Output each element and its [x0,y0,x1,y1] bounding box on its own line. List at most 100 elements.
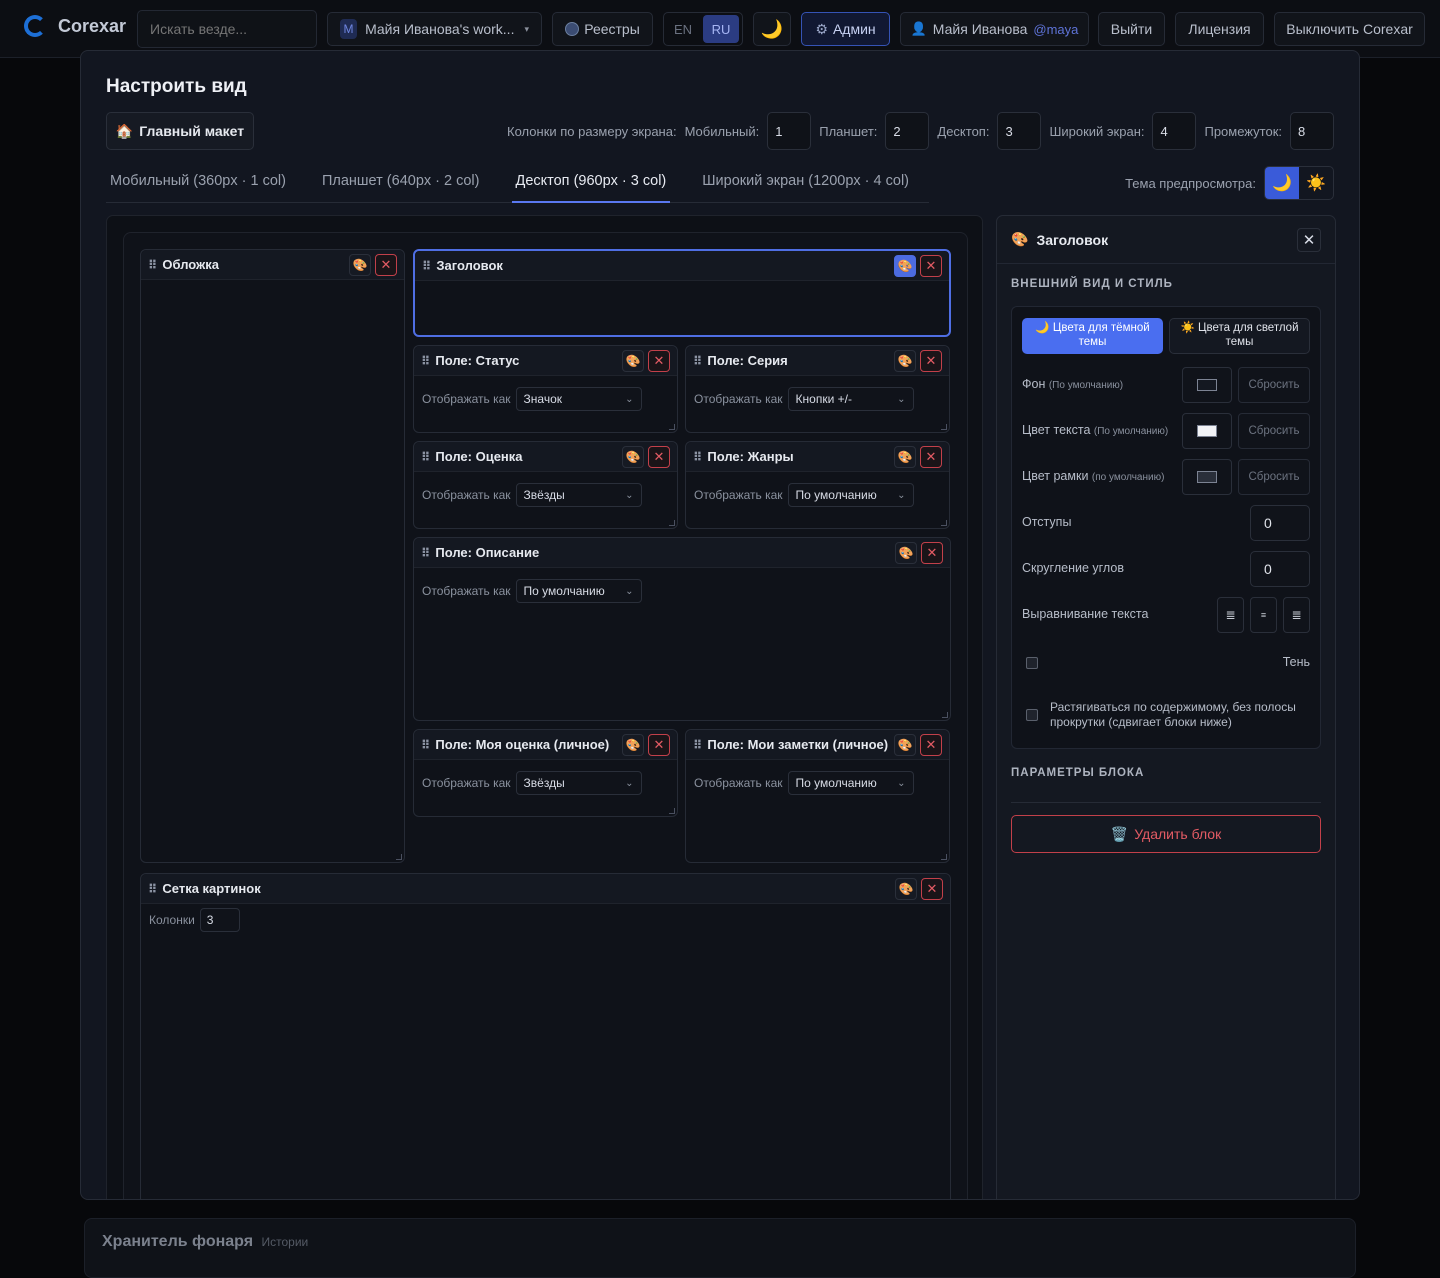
display-as-select[interactable]: Звёзды ⌄ [515,771,642,795]
dark-colors-tab[interactable]: 🌙 Цвета для тёмной темы [1022,318,1163,354]
block-field-my-rating[interactable]: ⠿ Поле: Моя оценка (личное) 🎨 ✕ Отобража… [413,729,678,817]
grid-columns-input[interactable] [199,908,240,932]
display-as-select[interactable]: По умолчанию ⌄ [515,579,642,603]
block-cover[interactable]: ⠿ Обложка 🎨 ✕ [140,249,405,863]
drag-handle-icon[interactable]: ⠿ [422,259,431,273]
gap-input[interactable] [1290,112,1334,150]
bg-color-picker[interactable] [1182,367,1232,403]
main-layout-button[interactable]: 🏠 Главный макет [106,112,254,150]
close-icon[interactable]: ✕ [920,254,942,277]
block-field-description[interactable]: ⠿ Поле: Описание 🎨 ✕ Отображать как По у… [413,537,951,721]
tab-tablet[interactable]: Планшет (640px · 2 col) [318,167,484,203]
tab-mobile[interactable]: Мобильный (360px · 1 col) [106,167,290,203]
admin-button[interactable]: ⚙ Админ [801,12,890,46]
shadow-checkbox[interactable] [1026,656,1038,669]
palette-icon[interactable]: 🎨 [622,733,644,756]
drag-handle-icon[interactable]: ⠿ [148,882,157,896]
display-as-select[interactable]: Кнопки +/- ⌄ [787,387,914,411]
stretch-checkbox[interactable] [1026,709,1038,721]
palette-icon[interactable]: 🎨 [349,253,371,276]
drag-handle-icon[interactable]: ⠿ [693,450,702,464]
resize-handle[interactable] [941,424,947,430]
resize-handle[interactable] [669,424,675,430]
registries-button[interactable]: Реестры [552,12,653,46]
palette-icon[interactable]: 🎨 [894,254,916,277]
border-color-picker[interactable] [1182,459,1232,495]
light-colors-tab[interactable]: ☀️ Цвета для светлой темы [1169,318,1310,354]
drag-handle-icon[interactable]: ⠿ [693,738,702,752]
palette-icon[interactable]: 🎨 [894,445,916,468]
align-left-icon[interactable]: ≣ [1217,597,1244,633]
resize-handle[interactable] [942,712,948,718]
padding-input[interactable] [1250,505,1310,541]
display-as-select[interactable]: По умолчанию ⌄ [787,483,914,507]
drag-handle-icon[interactable]: ⠿ [693,354,702,368]
palette-icon[interactable]: 🎨 [895,541,917,564]
drag-handle-icon[interactable]: ⠿ [421,738,430,752]
palette-icon[interactable]: 🎨 [895,877,917,900]
logout-button[interactable]: Выйти [1098,12,1165,46]
license-button[interactable]: Лицензия [1175,12,1264,46]
preview-dark-button[interactable]: 🌙 [1265,167,1299,199]
display-as-select[interactable]: По умолчанию ⌄ [787,771,914,795]
resize-handle[interactable] [669,520,675,526]
drag-handle-icon[interactable]: ⠿ [421,450,430,464]
theme-toggle-button[interactable]: 🌙 [753,12,791,46]
display-as-select[interactable]: Звёзды ⌄ [515,483,642,507]
close-icon[interactable]: ✕ [648,349,670,372]
user-profile-button[interactable]: 👤 Майя Иванова @maya [900,12,1089,46]
drag-handle-icon[interactable]: ⠿ [421,354,430,368]
panel-title: Заголовок [1036,231,1109,248]
palette-icon[interactable]: 🎨 [622,445,644,468]
border-color-reset-button[interactable]: Сбросить [1238,459,1310,495]
block-title-selected[interactable]: ⠿ Заголовок 🎨 ✕ [413,249,951,337]
bg-reset-button[interactable]: Сбросить [1238,367,1310,403]
tab-wide[interactable]: Широкий экран (1200px · 4 col) [698,167,913,203]
tab-desktop[interactable]: Десктоп (960px · 3 col) [511,167,671,203]
resize-handle[interactable] [669,808,675,814]
wide-cols-input[interactable] [1152,112,1197,150]
align-right-icon[interactable]: ≣ [1283,597,1310,633]
close-icon[interactable]: ✕ [648,733,670,756]
close-icon[interactable]: ✕ [921,541,943,564]
close-icon[interactable]: ✕ [921,877,943,900]
disable-corexar-button[interactable]: Выключить Corexar [1274,12,1425,46]
resize-handle[interactable] [396,854,402,860]
drag-handle-icon[interactable]: ⠿ [421,546,430,560]
mobile-cols-input[interactable] [767,112,812,150]
desktop-cols-input[interactable] [997,112,1042,150]
text-color-picker[interactable] [1182,413,1232,449]
palette-icon[interactable]: 🎨 [894,349,916,372]
resize-handle[interactable] [941,520,947,526]
align-center-icon[interactable]: ≡ [1250,597,1277,633]
resize-handle[interactable] [941,854,947,860]
close-icon[interactable]: ✕ [920,445,942,468]
text-color-reset-button[interactable]: Сбросить [1238,413,1310,449]
radius-input[interactable] [1250,551,1310,587]
close-icon[interactable]: ✕ [648,445,670,468]
close-icon[interactable]: ✕ [920,733,942,756]
display-as-select[interactable]: Значок ⌄ [515,387,642,411]
delete-block-button[interactable]: 🗑️ Удалить блок [1011,815,1321,853]
block-field-rating[interactable]: ⠿ Поле: Оценка 🎨 ✕ Отображать как Звёзды… [413,441,678,529]
drag-handle-icon[interactable]: ⠿ [148,258,157,272]
close-icon[interactable]: ✕ [375,253,397,276]
preview-theme-label: Тема предпросмотра: [1125,175,1256,191]
lang-ru-button[interactable]: RU [703,15,739,43]
logo[interactable]: Corexar [24,15,126,37]
palette-icon[interactable]: 🎨 [622,349,644,372]
block-field-my-notes[interactable]: ⠿ Поле: Мои заметки (личное) 🎨 ✕ Отображ… [685,729,950,863]
block-image-grid[interactable]: ⠿ Сетка картинок 🎨 ✕ Колонки [140,873,951,1199]
section-style-heading: ВНЕШНИЙ ВИД И СТИЛЬ [1011,278,1173,290]
workspace-switcher[interactable]: M Майя Иванова's work... ▾ [327,12,542,46]
close-icon[interactable]: ✕ [920,349,942,372]
block-field-status[interactable]: ⠿ Поле: Статус 🎨 ✕ Отображать как Значок… [413,345,678,433]
global-search-input[interactable] [137,10,317,48]
tablet-cols-input[interactable] [885,112,930,150]
block-field-genres[interactable]: ⠿ Поле: Жанры 🎨 ✕ Отображать как По умол… [685,441,950,529]
palette-icon[interactable]: 🎨 [894,733,916,756]
lang-en-button[interactable]: EN [663,12,703,46]
block-field-series[interactable]: ⠿ Поле: Серия 🎨 ✕ Отображать как Кнопки … [685,345,950,433]
close-icon[interactable]: ✕ [1297,227,1321,252]
preview-light-button[interactable]: ☀️ [1299,167,1333,199]
